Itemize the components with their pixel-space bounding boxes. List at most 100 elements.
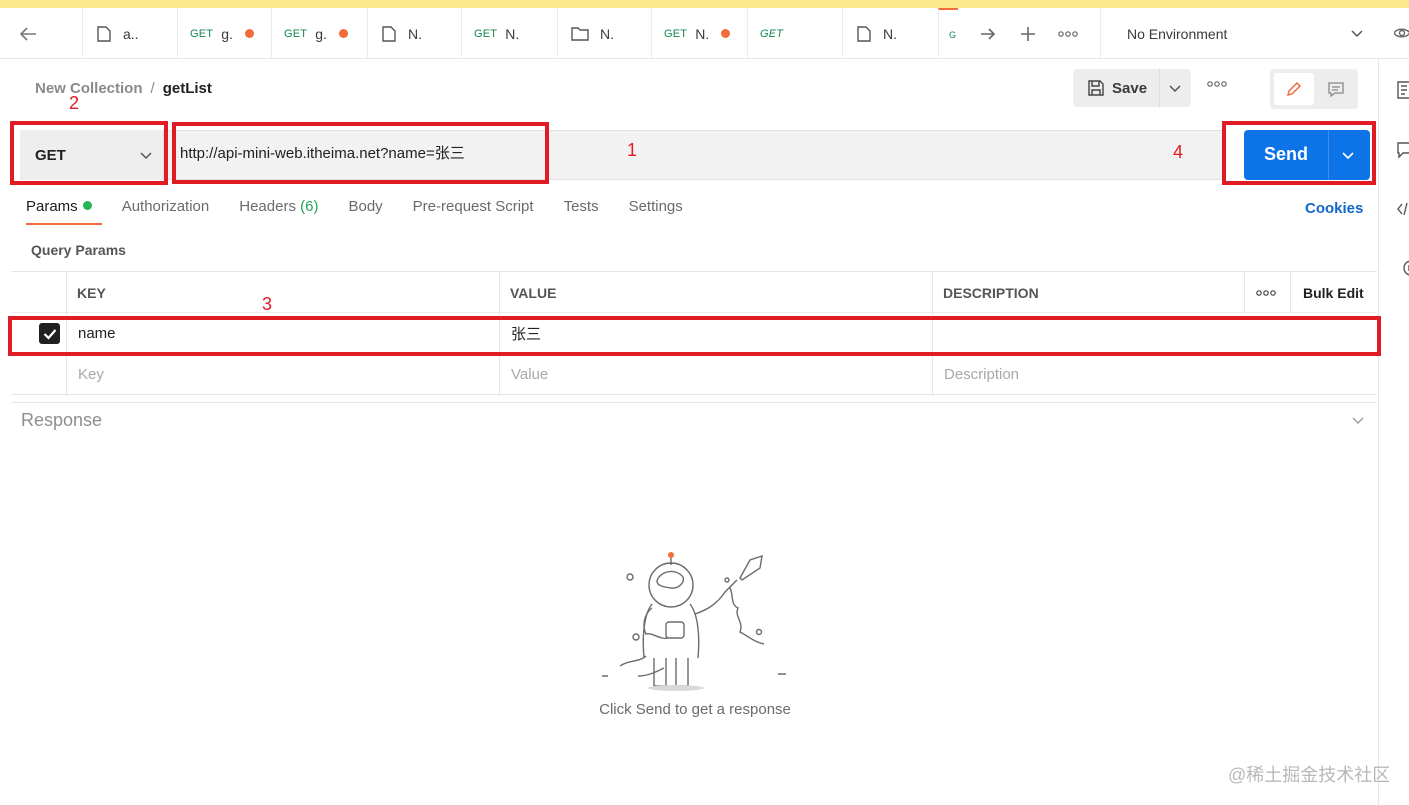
tab-label: g. bbox=[221, 25, 233, 42]
request-more-icon[interactable] bbox=[1207, 80, 1227, 88]
columns-more-icon[interactable] bbox=[1244, 272, 1290, 313]
tab-headers-label: Headers bbox=[239, 198, 296, 215]
comment-icon bbox=[1328, 82, 1344, 98]
view-mode-toggle bbox=[1270, 69, 1358, 109]
key-placeholder-input[interactable]: Key bbox=[67, 354, 499, 395]
tab-request-2[interactable]: GET g. bbox=[177, 8, 271, 59]
tab-tests[interactable]: Tests bbox=[564, 198, 599, 225]
watermark: @稀土掘金技术社区 bbox=[1228, 765, 1391, 785]
table-row-empty: Key Value Description bbox=[11, 354, 1377, 395]
query-params-title: Query Params bbox=[31, 242, 126, 258]
annotation-box-url bbox=[172, 122, 549, 184]
save-divider bbox=[1159, 69, 1160, 107]
tab-actions bbox=[968, 8, 1088, 59]
right-sidebar bbox=[1378, 59, 1409, 805]
save-options-chevron-icon[interactable] bbox=[1168, 81, 1182, 95]
tab-request-4[interactable]: N. bbox=[367, 8, 461, 59]
save-button[interactable]: Save bbox=[1073, 69, 1191, 107]
tab-method: G bbox=[949, 29, 957, 40]
tab-request-7[interactable]: GET N. bbox=[651, 8, 747, 59]
pencil-icon bbox=[1286, 81, 1302, 97]
header-description: DESCRIPTION bbox=[943, 284, 1039, 301]
response-title: Response bbox=[21, 410, 103, 430]
document-icon bbox=[97, 25, 111, 42]
tab-more-icon[interactable] bbox=[1048, 8, 1088, 59]
tab-bar: a.. GET g. GET g. N. GET N. N. GET N. GE… bbox=[0, 8, 1409, 59]
response-collapse-chevron-icon[interactable] bbox=[1350, 412, 1366, 428]
top-stripe bbox=[0, 0, 1409, 8]
tab-method: GET bbox=[284, 27, 308, 40]
chevron-down-icon bbox=[1351, 30, 1363, 38]
postman-window: a.. GET g. GET g. N. GET N. N. GET N. GE… bbox=[0, 0, 1409, 805]
tab-method: GET bbox=[190, 27, 214, 40]
tab-method: GET bbox=[474, 27, 498, 40]
header-key: KEY bbox=[77, 284, 106, 301]
tab-request-6[interactable]: N. bbox=[557, 8, 651, 59]
unsaved-dot-icon bbox=[338, 29, 348, 38]
tab-label: N. bbox=[600, 25, 614, 42]
tab-headers[interactable]: Headers (6) bbox=[239, 198, 318, 225]
eye-icon[interactable] bbox=[1394, 24, 1409, 42]
documentation-icon[interactable] bbox=[1397, 81, 1409, 99]
request-tabs: Params Authorization Headers (6) Body Pr… bbox=[26, 198, 713, 232]
tab-method: GET bbox=[760, 27, 784, 40]
headers-count: (6) bbox=[300, 198, 319, 215]
tab-request-5[interactable]: GET N. bbox=[461, 8, 557, 59]
forward-arrow-icon[interactable] bbox=[968, 8, 1008, 59]
unsaved-dot-icon bbox=[721, 29, 731, 38]
table-header-row: KEY VALUE DESCRIPTION Bulk Edit bbox=[11, 272, 1377, 313]
environment-selector[interactable]: No Environment bbox=[1100, 8, 1378, 59]
tab-request-3[interactable]: GET g. bbox=[271, 8, 367, 59]
tab-authorization-label: Authorization bbox=[121, 198, 210, 215]
environment-label: No Environment bbox=[1127, 25, 1228, 42]
info-icon[interactable] bbox=[1397, 259, 1409, 277]
tab-params[interactable]: Params bbox=[26, 198, 102, 225]
params-active-dot-icon bbox=[82, 201, 92, 210]
tab-authorization[interactable]: Authorization bbox=[122, 198, 210, 225]
annotation-number-2: 2 bbox=[69, 93, 80, 113]
breadcrumb: New Collection / getList bbox=[35, 80, 212, 97]
document-icon bbox=[382, 25, 396, 42]
bulk-edit-link[interactable]: Bulk Edit bbox=[1292, 272, 1364, 313]
cookies-link[interactable]: Cookies bbox=[1305, 200, 1363, 217]
tab-tests-label: Tests bbox=[563, 198, 599, 215]
comments-icon[interactable] bbox=[1397, 141, 1409, 159]
tab-prerequest-script[interactable]: Pre-request Script bbox=[413, 198, 534, 225]
annotation-box-send bbox=[1222, 121, 1376, 185]
tab-label: N. bbox=[695, 25, 710, 42]
annotation-box-params-row bbox=[8, 316, 1381, 356]
save-label: Save bbox=[1112, 79, 1148, 97]
value-placeholder-input[interactable]: Value bbox=[500, 354, 932, 395]
response-divider bbox=[11, 402, 1377, 403]
description-placeholder-input[interactable]: Description bbox=[933, 354, 1377, 395]
tab-request-active[interactable]: G bbox=[938, 8, 958, 59]
tab-request-1[interactable]: a.. bbox=[82, 8, 177, 59]
tab-body[interactable]: Body bbox=[348, 198, 382, 225]
annotation-number-1: 1 bbox=[627, 140, 638, 160]
tab-label: N. bbox=[883, 25, 897, 42]
back-arrow-icon[interactable] bbox=[16, 22, 40, 46]
tab-params-label: Params bbox=[26, 198, 78, 215]
edit-mode-button[interactable] bbox=[1274, 73, 1314, 105]
annotation-box-method bbox=[10, 121, 168, 185]
tab-request-9[interactable]: N. bbox=[842, 8, 938, 59]
save-disk-icon bbox=[1088, 80, 1104, 96]
empty-response-message: Click Send to get a response bbox=[599, 701, 791, 718]
tab-method: GET bbox=[664, 27, 688, 40]
tab-prerequest-label: Pre-request Script bbox=[412, 198, 534, 215]
new-tab-plus-icon[interactable] bbox=[1008, 8, 1048, 59]
tab-label: g. bbox=[315, 25, 327, 42]
tab-settings[interactable]: Settings bbox=[629, 198, 683, 225]
breadcrumb-collection[interactable]: New Collection bbox=[35, 80, 143, 97]
tab-label: a.. bbox=[123, 25, 139, 42]
astronaut-rocket-illustration bbox=[602, 552, 786, 691]
comment-mode-button[interactable] bbox=[1318, 73, 1354, 105]
breadcrumb-separator: / bbox=[150, 80, 155, 97]
tab-label: N. bbox=[505, 25, 520, 42]
annotation-number-4: 4 bbox=[1173, 142, 1184, 162]
request-name[interactable]: getList bbox=[163, 80, 212, 97]
tab-request-8[interactable]: GET bbox=[747, 8, 842, 59]
header-value: VALUE bbox=[510, 284, 557, 301]
document-icon bbox=[857, 25, 871, 42]
code-icon[interactable] bbox=[1397, 201, 1409, 217]
